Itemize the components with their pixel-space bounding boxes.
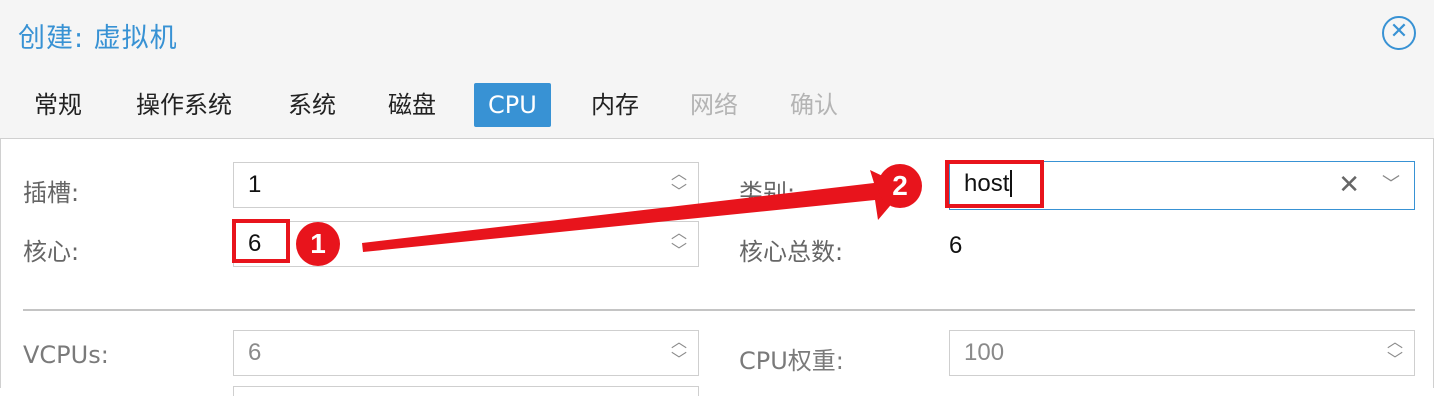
annotation-arrow	[362, 170, 906, 252]
type-highlight-box	[945, 160, 1044, 208]
cores-highlight-box	[232, 219, 290, 263]
annotation-badge-1: 1	[296, 222, 340, 266]
annotation-badge-2: 2	[878, 164, 922, 208]
